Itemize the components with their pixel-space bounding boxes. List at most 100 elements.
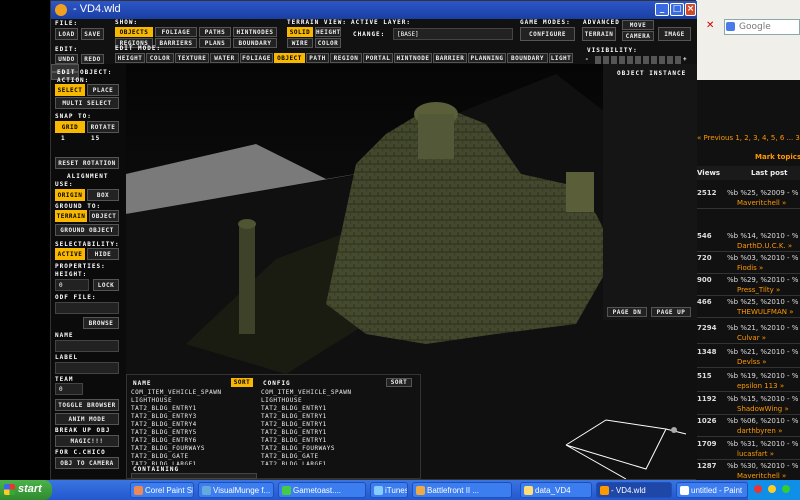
forum-row[interactable]: 546 %b %14, %2010 - % DarthD.U.C.K. » xyxy=(695,230,800,250)
volume-icon[interactable] xyxy=(768,485,776,493)
tray-icon[interactable] xyxy=(754,485,762,493)
page-up-button[interactable]: PAGE UP xyxy=(651,307,691,317)
configure-button[interactable]: CONFIGURE xyxy=(520,27,575,41)
visibility-step[interactable] xyxy=(635,56,641,64)
name-list-item[interactable]: TAT2_BLDG_ENTRY6 xyxy=(131,437,257,445)
edit-mode-height-tab[interactable]: HEIGHT xyxy=(115,53,145,63)
last-post-user[interactable]: Fiodis » xyxy=(737,264,763,272)
visibility-step[interactable] xyxy=(627,56,633,64)
name-field[interactable] xyxy=(55,340,119,352)
terrain-view-solid-toggle[interactable]: SOLID xyxy=(287,27,313,37)
load-button[interactable]: LOAD xyxy=(55,28,78,40)
config-list-item[interactable]: TAT2_BLDG_FOURWAYS xyxy=(261,445,416,453)
forum-row[interactable]: 515 %b %19, %2010 - % epsilon 113 » xyxy=(695,370,800,390)
close-button[interactable]: × xyxy=(685,3,696,16)
containing-field[interactable] xyxy=(131,473,257,479)
sort-config-button[interactable]: SORT xyxy=(386,378,412,387)
taskbar-item[interactable]: Battlefront II ... xyxy=(412,482,512,498)
name-list-item[interactable]: TAT2_BLDG_LARGE1 xyxy=(131,461,257,465)
show-hintnodes-toggle[interactable]: HINTNODES xyxy=(233,27,277,37)
reset-rotation-button[interactable]: RESET ROTATION xyxy=(55,157,119,169)
last-post-user[interactable]: Press_Tilty » xyxy=(737,286,780,294)
last-post-user[interactable]: Maveritchell » xyxy=(737,472,786,480)
last-post-user[interactable]: Maveritchell » xyxy=(737,199,786,207)
config-list-item[interactable]: TAT2_BLDG_ENTRY1 xyxy=(261,421,416,429)
edit-mode-water-tab[interactable]: WATER xyxy=(210,53,239,63)
terrain-button[interactable]: TERRAIN xyxy=(582,27,616,41)
label-field[interactable] xyxy=(55,362,119,374)
config-list-item[interactable]: TAT2_BLDG_LARGE1 xyxy=(261,461,416,465)
taskbar-item[interactable]: Corel Paint Sh... xyxy=(130,482,194,498)
name-list-item[interactable]: TAT2_BLDG_ENTRY3 xyxy=(131,413,257,421)
forum-row[interactable]: 900 %b %29, %2010 - % Press_Tilty » xyxy=(695,274,800,294)
visibility-step[interactable] xyxy=(643,56,649,64)
ground-object-action-button[interactable]: GROUND OBJECT xyxy=(55,224,119,236)
visibility-step[interactable] xyxy=(659,56,665,64)
magic-button[interactable]: MAGIC!!! xyxy=(55,435,119,447)
visibility-step[interactable] xyxy=(611,56,617,64)
show-paths-toggle[interactable]: PATHS xyxy=(199,27,231,37)
show-plans-toggle[interactable]: PLANS xyxy=(199,38,231,48)
origin-button[interactable]: ORIGIN xyxy=(55,189,85,201)
layer-field[interactable]: [BASE] xyxy=(393,28,513,40)
terrain-view-wire-toggle[interactable]: WIRE xyxy=(287,38,313,48)
google-search-input[interactable]: Google xyxy=(724,19,800,35)
visibility-step[interactable] xyxy=(603,56,609,64)
network-icon[interactable] xyxy=(782,485,790,493)
taskbar-item[interactable]: VisualMunge f... xyxy=(198,482,274,498)
pagination[interactable]: « Previous 1, 2, 3, 4, 5, 6 ... 31 N xyxy=(697,134,800,142)
toggle-browser-button[interactable]: TOGGLE BROWSER xyxy=(55,399,119,411)
active-button[interactable]: ACTIVE xyxy=(55,248,85,260)
show-objects-toggle[interactable]: OBJECTS xyxy=(115,27,153,37)
visibility-step[interactable] xyxy=(595,56,601,64)
name-list-item[interactable]: TAT2_BLDG_ENTRY1 xyxy=(131,405,257,413)
height-field[interactable]: 0 xyxy=(55,279,89,291)
edit-mode-boundary-tab[interactable]: BOUNDARY xyxy=(507,53,548,63)
save-button[interactable]: SAVE xyxy=(81,28,104,40)
taskbar-item[interactable]: Gametoast.... xyxy=(278,482,366,498)
last-post-user[interactable]: THEWULFMAN » xyxy=(737,308,794,316)
terrain-view-height-toggle[interactable]: HEIGHT xyxy=(315,27,341,37)
sort-name-button[interactable]: SORT xyxy=(231,378,253,387)
config-list-item[interactable]: COM_ITEM_VEHICLE_SPAWN xyxy=(261,389,416,397)
place-button[interactable]: PLACE xyxy=(87,84,119,96)
grid-button[interactable]: GRID xyxy=(55,121,85,133)
name-list-item[interactable]: TAT2_BLDG_FOURWAYS xyxy=(131,445,257,453)
edit-mode-region-tab[interactable]: REGION xyxy=(330,53,362,63)
last-post-user[interactable]: Culvar » xyxy=(737,334,766,342)
last-post-user[interactable]: epsilon 113 » xyxy=(737,382,784,390)
multi-select-button[interactable]: MULTI SELECT xyxy=(55,97,119,109)
visibility-minus[interactable]: - xyxy=(585,56,590,63)
ground-terrain-button[interactable]: TERRAIN xyxy=(55,210,87,222)
odf-file-field[interactable] xyxy=(55,302,119,314)
visibility-plus[interactable]: + xyxy=(683,56,688,63)
forum-row[interactable]: 1348 %b %21, %2010 - % Devlss » xyxy=(695,346,800,366)
edit-mode-path-tab[interactable]: PATH xyxy=(306,53,329,63)
minimize-button[interactable]: _ xyxy=(655,3,669,16)
redo-button[interactable]: REDO xyxy=(81,54,104,64)
forum-row[interactable]: 466 %b %25, %2010 - % THEWULFMAN » xyxy=(695,296,800,316)
visibility-step[interactable] xyxy=(667,56,673,64)
visibility-step[interactable] xyxy=(651,56,657,64)
obj-to-camera-button[interactable]: OBJ TO CAMERA xyxy=(55,457,119,469)
taskbar-item[interactable]: - VD4.wld xyxy=(596,482,672,498)
rotate-button[interactable]: ROTATE xyxy=(87,121,119,133)
edit-mode-barrier-tab[interactable]: BARRIER xyxy=(433,53,467,63)
team-field[interactable]: 0 xyxy=(55,383,83,395)
undo-button[interactable]: UNDO xyxy=(55,54,78,64)
config-list-item[interactable]: LIGHTHOUSE xyxy=(261,397,416,405)
forum-row[interactable]: 2512 %b %25, %2009 - % Maveritchell » xyxy=(695,187,800,207)
edit-mode-foliage-tab[interactable]: FOLIAGE xyxy=(240,53,273,63)
forum-row[interactable]: 7294 %b %21, %2010 - % Culvar » xyxy=(695,322,800,342)
forum-row[interactable]: 720 %b %03, %2010 - % Fiodis » xyxy=(695,252,800,272)
box-button[interactable]: BOX xyxy=(87,189,119,201)
image-button[interactable]: IMAGE xyxy=(658,27,691,41)
forum-row[interactable]: 1192 %b %15, %2010 - % ShadowWing » xyxy=(695,393,800,413)
edit-mode-light-tab[interactable]: LIGHT xyxy=(549,53,573,63)
last-post-user[interactable]: darthbyren » xyxy=(737,427,782,435)
edit-mode-texture-tab[interactable]: TEXTURE xyxy=(175,53,209,63)
name-list[interactable]: COM_ITEM_VEHICLE_SPAWN LIGHTHOUSE TAT2_BLD… xyxy=(131,389,257,465)
stop-icon[interactable]: ✕ xyxy=(706,20,714,31)
name-list-item[interactable]: TAT2_BLDG_GATE xyxy=(131,453,257,461)
config-list-item[interactable]: TAT2_BLDG_ENTRY1 xyxy=(261,437,416,445)
